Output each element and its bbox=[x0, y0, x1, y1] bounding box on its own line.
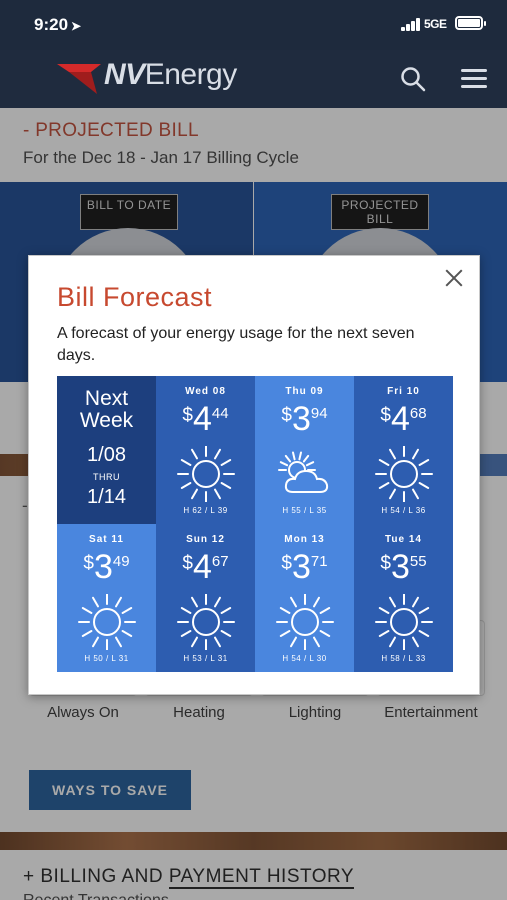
sunny-icon bbox=[372, 445, 436, 503]
sunny-icon bbox=[372, 593, 436, 651]
forecast-high-low: H 54 / L 36 bbox=[381, 506, 426, 515]
forecast-price: $468 bbox=[380, 400, 427, 438]
next-week-label: Next Week bbox=[79, 387, 134, 432]
sunny-icon bbox=[174, 593, 238, 651]
forecast-day-cell: Wed 08 $444 H 62 / L 39 bbox=[156, 376, 255, 524]
forecast-grid: Next Week 1/08 THRU 1/14 Wed 08 $444 H 62 … bbox=[57, 376, 453, 672]
forecast-day-cell: Mon 13 $371 H 54 / L 30 bbox=[255, 524, 354, 672]
forecast-high-low: H 50 / L 31 bbox=[84, 654, 129, 663]
forecast-high-low: H 53 / L 31 bbox=[183, 654, 228, 663]
forecast-day-label: Sat 11 bbox=[89, 534, 124, 545]
forecast-day-label: Thu 09 bbox=[285, 386, 324, 397]
forecast-price: $467 bbox=[182, 548, 229, 586]
forecast-day-label: Fri 10 bbox=[387, 386, 420, 397]
forecast-price: $355 bbox=[380, 548, 427, 586]
nav-header: NVEnergy bbox=[0, 50, 507, 108]
status-bar: 9:20 ➤ 5GE bbox=[0, 0, 507, 50]
status-time: 9:20 ➤ bbox=[34, 15, 82, 34]
forecast-day-cell: Tue 14 $355 H 58 / L 33 bbox=[354, 524, 453, 672]
forecast-day-label: Wed 08 bbox=[185, 386, 226, 397]
forecast-day-label: Tue 14 bbox=[385, 534, 422, 545]
forecast-day-cell: Sat 11 $349 H 50 / L 31 bbox=[57, 524, 156, 672]
forecast-high-low: H 55 / L 35 bbox=[282, 506, 327, 515]
next-week-thru: THRU bbox=[93, 472, 120, 482]
next-week-from: 1/08 bbox=[87, 444, 126, 466]
next-week-cell: Next Week 1/08 THRU 1/14 bbox=[57, 376, 156, 524]
modal-title: Bill Forecast bbox=[57, 282, 213, 312]
forecast-day-cell: Thu 09 $394 H 55 / L 35 bbox=[255, 376, 354, 524]
forecast-day-label: Sun 12 bbox=[186, 534, 225, 545]
network-type: 5GE bbox=[424, 17, 447, 31]
nvenergy-logo[interactable]: NVEnergy bbox=[104, 58, 237, 92]
sunny-icon bbox=[273, 593, 337, 651]
forecast-price: $349 bbox=[83, 548, 130, 586]
nvenergy-logo-mark bbox=[57, 64, 101, 94]
modal-description: A forecast of your energy usage for the … bbox=[57, 325, 415, 364]
bill-forecast-modal: Bill Forecast A forecast of your energy … bbox=[28, 255, 480, 695]
close-icon[interactable] bbox=[445, 269, 463, 287]
sunny-icon bbox=[174, 445, 238, 503]
forecast-high-low: H 58 / L 33 bbox=[381, 654, 426, 663]
forecast-day-cell: Sun 12 $467 H 53 / L 31 bbox=[156, 524, 255, 672]
forecast-day-label: Mon 13 bbox=[284, 534, 325, 545]
location-arrow-icon: ➤ bbox=[71, 19, 82, 33]
forecast-price: $371 bbox=[281, 548, 328, 586]
forecast-day-cell: Fri 10 $468 H 54 / L 36 bbox=[354, 376, 453, 524]
signal-icon bbox=[401, 17, 423, 31]
search-icon[interactable] bbox=[400, 66, 426, 92]
forecast-high-low: H 54 / L 30 bbox=[282, 654, 327, 663]
forecast-high-low: H 62 / L 39 bbox=[183, 506, 228, 515]
partly-cloudy-icon bbox=[273, 446, 337, 502]
hamburger-menu-icon[interactable] bbox=[461, 69, 487, 89]
forecast-price: $394 bbox=[281, 400, 328, 438]
next-week-to: 1/14 bbox=[87, 486, 126, 508]
forecast-price: $444 bbox=[182, 400, 229, 438]
battery-icon bbox=[455, 16, 486, 30]
sunny-icon bbox=[75, 593, 139, 651]
